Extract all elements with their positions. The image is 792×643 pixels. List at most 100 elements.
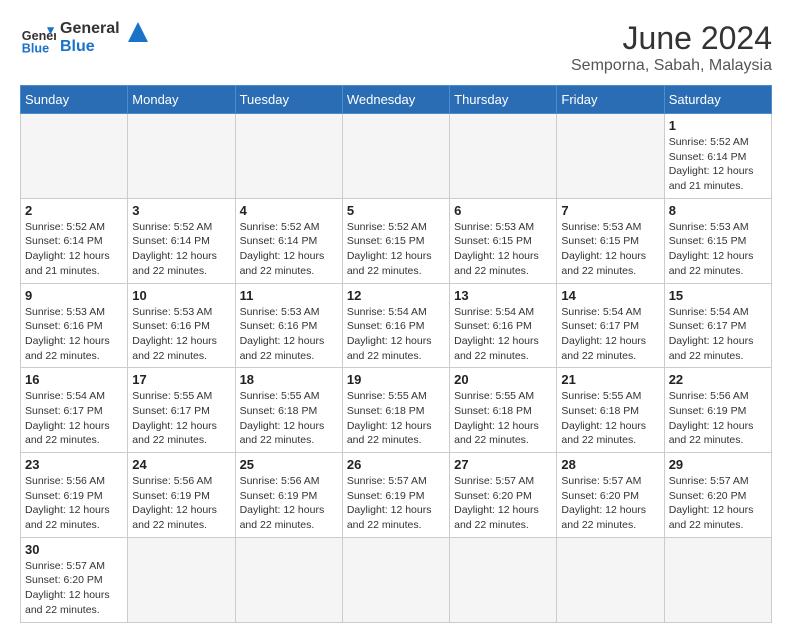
location-title: Semporna, Sabah, Malaysia [571,57,772,75]
calendar-cell: 7 Sunrise: 5:53 AMSunset: 6:15 PMDaylight… [557,198,664,283]
day-number: 28 [561,457,659,472]
day-info: Sunrise: 5:55 AMSunset: 6:18 PMDaylight:… [347,389,445,448]
calendar-cell: 26 Sunrise: 5:57 AMSunset: 6:19 PMDayligh… [342,453,449,538]
calendar-cell: 30 Sunrise: 5:57 AMSunset: 6:20 PMDayligh… [21,537,128,622]
calendar-cell: 17Sunrise: 5:55 AMSunset: 6:17 PMDayligh… [128,368,235,453]
day-info: Sunrise: 5:57 AMSunset: 6:19 PMDaylight:… [347,474,445,533]
calendar-cell [235,537,342,622]
calendar-cell: 25Sunrise: 5:56 AMSunset: 6:19 PMDayligh… [235,453,342,538]
calendar-cell [664,537,771,622]
day-info: Sunrise: 5:54 AMSunset: 6:16 PMDaylight:… [454,305,552,364]
day-info: Sunrise: 5:54 AMSunset: 6:16 PMDaylight:… [347,305,445,364]
day-info: Sunrise: 5:56 AMSunset: 6:19 PMDaylight:… [132,474,230,533]
day-info: Sunrise: 5:53 AMSunset: 6:15 PMDaylight:… [669,220,767,279]
weekday-header: Friday [557,86,664,114]
day-number: 25 [240,457,338,472]
weekday-header: Wednesday [342,86,449,114]
calendar-cell: 8 Sunrise: 5:53 AMSunset: 6:15 PMDaylight… [664,198,771,283]
calendar-cell: 11 Sunrise: 5:53 AMSunset: 6:16 PMDayligh… [235,283,342,368]
day-number: 4 [240,203,338,218]
calendar-week-row: 30 Sunrise: 5:57 AMSunset: 6:20 PMDayligh… [21,537,772,622]
day-number: 7 [561,203,659,218]
calendar-cell: 16Sunrise: 5:54 AMSunset: 6:17 PMDayligh… [21,368,128,453]
day-info: Sunrise: 5:56 AMSunset: 6:19 PMDaylight:… [669,389,767,448]
weekday-header: Saturday [664,86,771,114]
day-number: 11 [240,288,338,303]
day-info: Sunrise: 5:57 AMSunset: 6:20 PMDaylight:… [669,474,767,533]
calendar-cell: 13 Sunrise: 5:54 AMSunset: 6:16 PMDayligh… [450,283,557,368]
day-info: Sunrise: 5:57 AMSunset: 6:20 PMDaylight:… [454,474,552,533]
calendar-cell [21,114,128,199]
day-number: 10 [132,288,230,303]
day-number: 29 [669,457,767,472]
header: General Blue General Blue June 2024 Semp… [20,20,772,75]
calendar-cell: 22 Sunrise: 5:56 AMSunset: 6:19 PMDayligh… [664,368,771,453]
day-info: Sunrise: 5:52 AMSunset: 6:14 PMDaylight:… [132,220,230,279]
calendar-cell [235,114,342,199]
calendar-cell [128,114,235,199]
day-info: Sunrise: 5:53 AMSunset: 6:15 PMDaylight:… [454,220,552,279]
day-info: Sunrise: 5:57 AMSunset: 6:20 PMDaylight:… [25,559,123,618]
calendar-week-row: 1 Sunrise: 5:52 AMSunset: 6:14 PMDaylight… [21,114,772,199]
day-number: 8 [669,203,767,218]
calendar-week-row: 9 Sunrise: 5:53 AMSunset: 6:16 PMDaylight… [21,283,772,368]
day-number: 21 [561,372,659,387]
day-info: Sunrise: 5:53 AMSunset: 6:15 PMDaylight:… [561,220,659,279]
month-title: June 2024 [571,20,772,57]
calendar-cell [342,114,449,199]
calendar-cell [128,537,235,622]
calendar-cell: 14 Sunrise: 5:54 AMSunset: 6:17 PMDayligh… [557,283,664,368]
day-number: 1 [669,118,767,133]
day-number: 30 [25,542,123,557]
day-info: Sunrise: 5:55 AMSunset: 6:18 PMDaylight:… [454,389,552,448]
day-number: 19 [347,372,445,387]
logo-icon: General Blue [20,20,56,56]
calendar-cell [342,537,449,622]
weekday-header: Sunday [21,86,128,114]
day-number: 16 [25,372,123,387]
calendar-cell: 20Sunrise: 5:55 AMSunset: 6:18 PMDayligh… [450,368,557,453]
calendar-header: SundayMondayTuesdayWednesdayThursdayFrid… [21,86,772,114]
calendar-cell: 23 Sunrise: 5:56 AMSunset: 6:19 PMDayligh… [21,453,128,538]
calendar-cell: 15Sunrise: 5:54 AMSunset: 6:17 PMDayligh… [664,283,771,368]
calendar-week-row: 16Sunrise: 5:54 AMSunset: 6:17 PMDayligh… [21,368,772,453]
day-info: Sunrise: 5:53 AMSunset: 6:16 PMDaylight:… [240,305,338,364]
day-info: Sunrise: 5:52 AMSunset: 6:15 PMDaylight:… [347,220,445,279]
day-number: 14 [561,288,659,303]
calendar-week-row: 2Sunrise: 5:52 AMSunset: 6:14 PMDaylight… [21,198,772,283]
day-info: Sunrise: 5:52 AMSunset: 6:14 PMDaylight:… [25,220,123,279]
calendar-cell [557,537,664,622]
calendar-cell: 3 Sunrise: 5:52 AMSunset: 6:14 PMDaylight… [128,198,235,283]
day-info: Sunrise: 5:54 AMSunset: 6:17 PMDaylight:… [561,305,659,364]
calendar-cell [450,114,557,199]
day-number: 6 [454,203,552,218]
calendar-cell: 21 Sunrise: 5:55 AMSunset: 6:18 PMDayligh… [557,368,664,453]
day-number: 22 [669,372,767,387]
day-number: 3 [132,203,230,218]
day-info: Sunrise: 5:56 AMSunset: 6:19 PMDaylight:… [25,474,123,533]
calendar-cell: 5Sunrise: 5:52 AMSunset: 6:15 PMDaylight… [342,198,449,283]
logo-triangle-icon [128,22,148,42]
day-info: Sunrise: 5:53 AMSunset: 6:16 PMDaylight:… [25,305,123,364]
day-number: 23 [25,457,123,472]
day-info: Sunrise: 5:54 AMSunset: 6:17 PMDaylight:… [669,305,767,364]
day-number: 9 [25,288,123,303]
weekday-header: Monday [128,86,235,114]
day-info: Sunrise: 5:57 AMSunset: 6:20 PMDaylight:… [561,474,659,533]
calendar-cell [450,537,557,622]
day-number: 12 [347,288,445,303]
logo: General Blue General Blue [20,20,148,57]
weekday-header: Tuesday [235,86,342,114]
day-number: 26 [347,457,445,472]
day-info: Sunrise: 5:53 AMSunset: 6:16 PMDaylight:… [132,305,230,364]
svg-text:Blue: Blue [22,42,49,56]
calendar-cell: 4Sunrise: 5:52 AMSunset: 6:14 PMDaylight… [235,198,342,283]
day-number: 13 [454,288,552,303]
calendar-cell: 29 Sunrise: 5:57 AMSunset: 6:20 PMDayligh… [664,453,771,538]
day-info: Sunrise: 5:55 AMSunset: 6:17 PMDaylight:… [132,389,230,448]
day-number: 18 [240,372,338,387]
day-info: Sunrise: 5:55 AMSunset: 6:18 PMDaylight:… [561,389,659,448]
calendar-cell: 9 Sunrise: 5:53 AMSunset: 6:16 PMDaylight… [21,283,128,368]
day-info: Sunrise: 5:52 AMSunset: 6:14 PMDaylight:… [669,135,767,194]
calendar-cell: 18Sunrise: 5:55 AMSunset: 6:18 PMDayligh… [235,368,342,453]
